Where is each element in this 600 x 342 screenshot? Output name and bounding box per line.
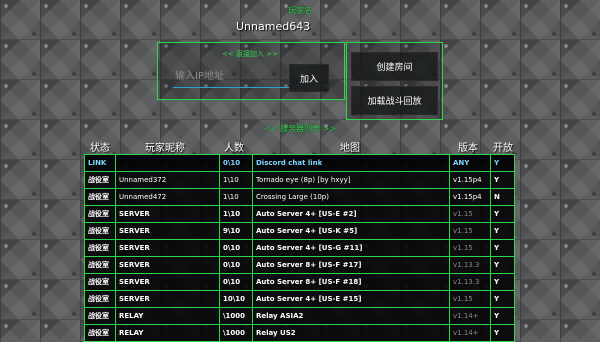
map-cell: Auto Server 8+ [US-F #17]	[252, 256, 450, 274]
status-cell: 战役室	[84, 171, 116, 189]
player-cell: SERVER	[115, 290, 220, 308]
column-header-count[interactable]: 人数	[224, 139, 244, 154]
player-cell: RELAY	[115, 307, 220, 325]
count-cell: 1\10	[219, 171, 253, 189]
server-row[interactable]: 战役室 SERVER 1\10 Auto Server 4+ [US-E #2] v1.…	[84, 205, 515, 223]
server-row[interactable]: 战役室 RELAY \1000 Relay ASIA2 v1.14+ Y	[84, 307, 515, 325]
player-cell	[115, 154, 220, 172]
status-cell: 战役室	[84, 290, 116, 308]
player-name-label: 玩家名	[288, 6, 312, 15]
count-cell: 9\10	[219, 222, 253, 240]
server-row[interactable]: 战役室 SERVER 0\10 Auto Server 4+ [US-G #11] v1…	[84, 239, 515, 257]
map-cell: Auto Server 4+ [US-E #2]	[252, 205, 450, 223]
status-cell: LINK	[84, 154, 116, 172]
open-cell: Y	[490, 273, 515, 291]
version-cell: ANY	[449, 154, 491, 172]
direct-join-title: << 直接加入 >>	[222, 50, 278, 58]
open-cell: Y	[490, 205, 515, 223]
version-cell: v1.15p4	[449, 188, 491, 206]
count-cell: 0\10	[219, 273, 253, 291]
status-cell: 战役室	[84, 188, 116, 206]
status-cell: 战役室	[84, 324, 116, 342]
open-cell: Y	[490, 154, 515, 172]
open-cell: Y	[490, 307, 515, 325]
join-button[interactable]: 加入	[289, 64, 329, 92]
server-row[interactable]: 战役室 SERVER 0\10 Auto Server 8+ [US-F #18] v1…	[84, 273, 515, 291]
map-cell: Auto Server 4+ [US-K #5]	[252, 222, 450, 240]
open-cell: Y	[490, 239, 515, 257]
status-cell: 战役室	[84, 307, 116, 325]
map-cell: Relay US2	[252, 324, 450, 342]
count-cell: 1\10	[219, 205, 253, 223]
version-cell: v1.13.3	[449, 273, 491, 291]
version-cell: v1.13.3	[449, 256, 491, 274]
count-cell: \1000	[219, 324, 253, 342]
create-room-button[interactable]: 创建房间	[351, 52, 438, 81]
column-header-status[interactable]: 状态	[90, 139, 110, 154]
server-row[interactable]: 战役室 Unnamed472 1\10 Crossing Large (10p) v1.…	[84, 188, 515, 206]
server-row[interactable]: 战役室 SERVER 9\10 Auto Server 4+ [US-K #5] v1.…	[84, 222, 515, 240]
version-cell: v1.15	[449, 290, 491, 308]
column-header-open[interactable]: 开放	[493, 139, 513, 154]
version-cell: v1.14+	[449, 307, 491, 325]
player-cell: Unnamed372	[115, 171, 220, 189]
status-cell: 战役室	[84, 205, 116, 223]
column-header-player[interactable]: 玩家昵称	[145, 139, 185, 154]
map-cell: Auto Server 4+ [US-G #11]	[252, 239, 450, 257]
map-cell: Auto Server 8+ [US-F #18]	[252, 273, 450, 291]
ip-address-input[interactable]	[173, 65, 289, 88]
server-row[interactable]: 战役室 SERVER 10\10 Auto Server 4+ [US-E #15] v…	[84, 290, 515, 308]
player-cell: SERVER	[115, 273, 220, 291]
count-cell: 1\10	[219, 188, 253, 206]
player-cell: SERVER	[115, 205, 220, 223]
player-cell: SERVER	[115, 239, 220, 257]
server-row[interactable]: 战役室 Unnamed372 1\10 Tornado eye (8p) [by hx…	[84, 171, 515, 189]
map-cell: Discord chat link	[252, 154, 450, 172]
player-cell: RELAY	[115, 324, 220, 342]
open-cell: Y	[490, 256, 515, 274]
version-cell: v1.15	[449, 239, 491, 257]
column-header-version[interactable]: 版本	[458, 139, 478, 154]
server-row[interactable]: 战役室 RELAY \1000 Relay US2 v1.14+ Y	[84, 324, 515, 342]
player-name[interactable]: Unnamed643	[236, 20, 310, 33]
count-cell: \1000	[219, 307, 253, 325]
version-cell: v1.15p4	[449, 171, 491, 189]
version-cell: v1.15	[449, 205, 491, 223]
player-cell: SERVER	[115, 256, 220, 274]
count-cell: 10\10	[219, 290, 253, 308]
player-cell: Unnamed472	[115, 188, 220, 206]
status-cell: 战役室	[84, 222, 116, 240]
open-cell: Y	[490, 171, 515, 189]
version-cell: v1.14+	[449, 324, 491, 342]
map-cell: Tornado eye (8p) [by hxyy]	[252, 171, 450, 189]
map-cell: Auto Server 4+ [US-E #15]	[252, 290, 450, 308]
open-cell: Y	[490, 222, 515, 240]
server-list-title: << 服务器列表 >>	[264, 124, 336, 133]
count-cell: 0\10	[219, 256, 253, 274]
status-cell: 战役室	[84, 256, 116, 274]
server-row[interactable]: LINK 0\10 Discord chat link ANY Y	[84, 154, 515, 172]
count-cell: 0\10	[219, 239, 253, 257]
server-list-table: LINK 0\10 Discord chat link ANY Y 战役室 Unnamed3…	[84, 154, 515, 342]
column-header-map[interactable]: 地图	[340, 139, 360, 154]
load-replay-button[interactable]: 加载战斗回放	[351, 86, 438, 115]
map-cell: Relay ASIA2	[252, 307, 450, 325]
player-cell: SERVER	[115, 222, 220, 240]
open-cell: N	[490, 188, 515, 206]
status-cell: 战役室	[84, 239, 116, 257]
server-row[interactable]: 战役室 SERVER 0\10 Auto Server 8+ [US-F #17] v1…	[84, 256, 515, 274]
count-cell: 0\10	[219, 154, 253, 172]
map-cell: Crossing Large (10p)	[252, 188, 450, 206]
status-cell: 战役室	[84, 273, 116, 291]
open-cell: Y	[490, 324, 515, 342]
version-cell: v1.15	[449, 222, 491, 240]
open-cell: Y	[490, 290, 515, 308]
